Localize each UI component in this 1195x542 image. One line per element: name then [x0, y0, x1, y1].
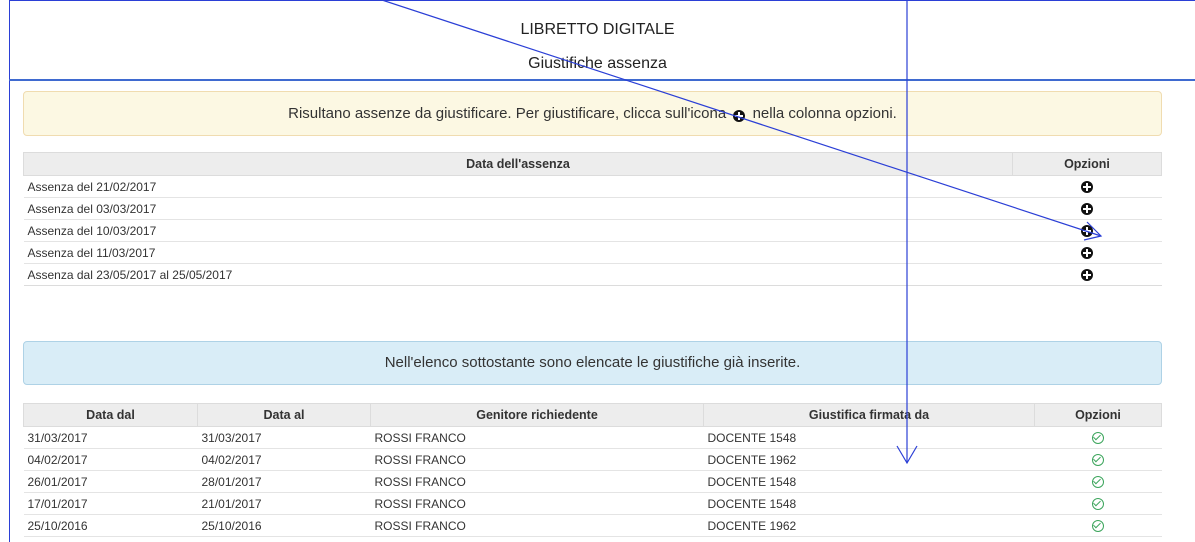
plus-circle-icon — [733, 94, 746, 137]
table-row: 04/02/2017 04/02/2017 ROSSI FRANCO DOCEN… — [23, 448, 1162, 471]
justifications-table: Data dal Data al Genitore richiedente Gi… — [23, 403, 1162, 537]
page-title: LIBRETTO DIGITALE — [520, 21, 675, 38]
table-row: Assenza del 03/03/2017 — [23, 197, 1162, 220]
check-circle-icon — [1092, 454, 1104, 467]
absence-date-cell: Assenza del 10/03/2017 — [23, 219, 1013, 242]
justify-plus-icon[interactable] — [1081, 181, 1093, 194]
absences-table-header: Data dell'assenza Opzioni — [23, 152, 1162, 176]
firmata-da-cell: DOCENTE 1962 — [703, 448, 1035, 471]
genitore-cell: ROSSI FRANCO — [370, 470, 704, 493]
absence-date-cell: Assenza del 11/03/2017 — [23, 241, 1013, 264]
firmata-da-cell: DOCENTE 1548 — [703, 426, 1035, 449]
absence-date-cell: Assenza del 21/02/2017 — [23, 175, 1013, 198]
data-dal-cell: 17/01/2017 — [23, 492, 198, 515]
pending-absences-alert: Risultano assenze da giustificare. Per g… — [23, 91, 1162, 136]
data-dal-cell: 26/01/2017 — [23, 470, 198, 493]
check-circle-icon — [1092, 520, 1104, 533]
data-al-cell: 25/10/2016 — [197, 514, 371, 537]
table-row: Assenza del 21/02/2017 — [23, 175, 1162, 198]
column-header-data-assenza: Data dell'assenza — [23, 152, 1013, 176]
firmata-da-cell: DOCENTE 1548 — [703, 492, 1035, 515]
column-header-opzioni: Opzioni — [1034, 403, 1162, 427]
column-header-opzioni: Opzioni — [1012, 152, 1162, 176]
firmata-da-cell: DOCENTE 1548 — [703, 470, 1035, 493]
alert-text-before: Risultano assenze da giustificare. Per g… — [288, 105, 727, 122]
check-circle-icon — [1092, 432, 1104, 445]
check-circle-icon — [1092, 498, 1104, 511]
alert-text-after: nella colonna opzioni. — [752, 105, 897, 122]
absence-date-cell: Assenza del 03/03/2017 — [23, 197, 1013, 220]
data-al-cell: 28/01/2017 — [197, 470, 371, 493]
absence-date-cell: Assenza dal 23/05/2017 al 25/05/2017 — [23, 263, 1013, 286]
data-al-cell: 21/01/2017 — [197, 492, 371, 515]
genitore-cell: ROSSI FRANCO — [370, 492, 704, 515]
justify-plus-icon[interactable] — [1081, 203, 1093, 216]
existing-justifications-alert: Nell'elenco sottostante sono elencate le… — [23, 341, 1162, 385]
column-header-firmata-da: Giustifica firmata da — [703, 403, 1035, 427]
data-dal-cell: 04/02/2017 — [23, 448, 198, 471]
table-row: Assenza del 11/03/2017 — [23, 241, 1162, 264]
genitore-cell: ROSSI FRANCO — [370, 514, 704, 537]
check-circle-icon — [1092, 476, 1104, 489]
justify-plus-icon[interactable] — [1081, 269, 1093, 282]
data-dal-cell: 31/03/2017 — [23, 426, 198, 449]
absences-table: Data dell'assenza Opzioni Assenza del 21… — [23, 152, 1162, 286]
table-row: 17/01/2017 21/01/2017 ROSSI FRANCO DOCEN… — [23, 492, 1162, 515]
header-divider — [9, 79, 1195, 81]
genitore-cell: ROSSI FRANCO — [370, 448, 704, 471]
genitore-cell: ROSSI FRANCO — [370, 426, 704, 449]
column-header-data-dal: Data dal — [23, 403, 198, 427]
justify-plus-icon[interactable] — [1081, 247, 1093, 260]
table-row: Assenza del 10/03/2017 — [23, 219, 1162, 242]
table-row: Assenza dal 23/05/2017 al 25/05/2017 — [23, 263, 1162, 286]
firmata-da-cell: DOCENTE 1962 — [703, 514, 1035, 537]
table-row: 31/03/2017 31/03/2017 ROSSI FRANCO DOCEN… — [23, 426, 1162, 449]
justify-plus-icon[interactable] — [1081, 225, 1093, 238]
table-row: 25/10/2016 25/10/2016 ROSSI FRANCO DOCEN… — [23, 514, 1162, 537]
table-row: 26/01/2017 28/01/2017 ROSSI FRANCO DOCEN… — [23, 470, 1162, 493]
data-al-cell: 31/03/2017 — [197, 426, 371, 449]
justifications-table-header: Data dal Data al Genitore richiedente Gi… — [23, 403, 1162, 427]
column-header-data-al: Data al — [197, 403, 371, 427]
data-dal-cell: 25/10/2016 — [23, 514, 198, 537]
data-al-cell: 04/02/2017 — [197, 448, 371, 471]
page-subtitle: Giustifiche assenza — [528, 55, 667, 72]
column-header-genitore: Genitore richiedente — [370, 403, 704, 427]
